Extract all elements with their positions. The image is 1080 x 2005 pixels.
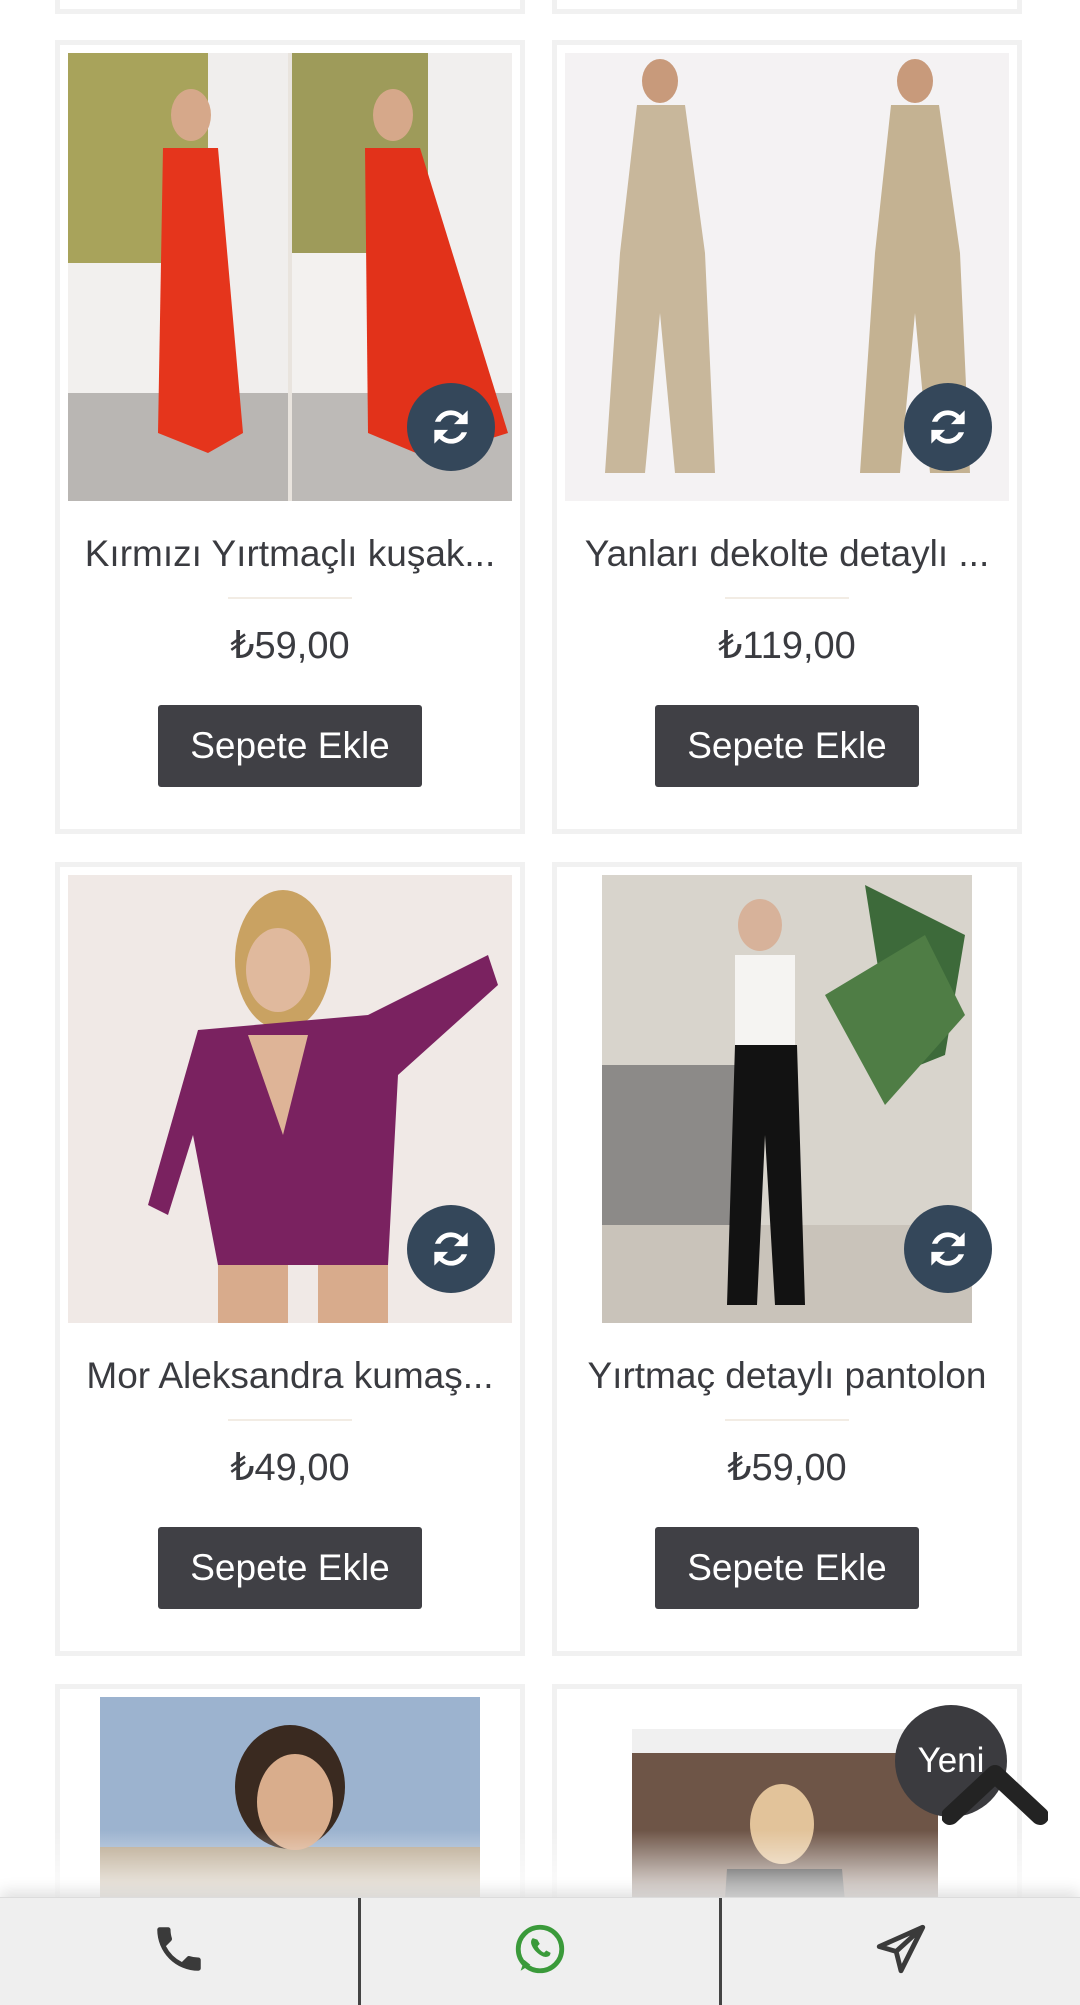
add-to-cart-button[interactable]: Sepete Ekle <box>655 1527 919 1609</box>
scroll-to-top-icon[interactable] <box>941 1762 1049 1832</box>
product-price: ₺119,00 <box>718 625 856 667</box>
product-title[interactable]: Yanları dekolte detaylı ... <box>557 533 1017 575</box>
product-price: ₺59,00 <box>230 625 350 667</box>
product-card[interactable]: Yırtmaç detaylı pantolon ₺59,00 Sepete E… <box>552 862 1022 1656</box>
scroll-fade <box>0 1830 1080 1900</box>
product-card-partial <box>552 0 1022 14</box>
whatsapp-icon <box>511 1920 569 1983</box>
refresh-icon[interactable] <box>407 1205 495 1293</box>
whatsapp-button[interactable] <box>361 1898 722 2005</box>
refresh-icon[interactable] <box>904 383 992 471</box>
send-icon <box>872 1920 930 1983</box>
product-title[interactable]: Mor Aleksandra kumaş... <box>60 1355 520 1397</box>
divider <box>725 597 849 599</box>
divider <box>228 1419 352 1421</box>
product-card[interactable]: Kırmızı Yırtmaçlı kuşak... ₺59,00 Sepete… <box>55 40 525 834</box>
phone-icon <box>150 1920 208 1983</box>
bottom-action-bar <box>0 1897 1080 2005</box>
refresh-icon[interactable] <box>904 1205 992 1293</box>
divider <box>228 597 352 599</box>
product-title[interactable]: Kırmızı Yırtmaçlı kuşak... <box>60 533 520 575</box>
product-card[interactable]: Yanları dekolte detaylı ... ₺119,00 Sepe… <box>552 40 1022 834</box>
refresh-icon[interactable] <box>407 383 495 471</box>
add-to-cart-button[interactable]: Sepete Ekle <box>158 1527 422 1609</box>
add-to-cart-button[interactable]: Sepete Ekle <box>655 705 919 787</box>
product-list-page: Kırmızı Yırtmaçlı kuşak... ₺59,00 Sepete… <box>0 0 1080 2005</box>
add-to-cart-button[interactable]: Sepete Ekle <box>158 705 422 787</box>
product-price: ₺49,00 <box>230 1447 350 1489</box>
send-button[interactable] <box>722 1898 1080 2005</box>
product-title[interactable]: Yırtmaç detaylı pantolon <box>557 1355 1017 1397</box>
divider <box>725 1419 849 1421</box>
call-button[interactable] <box>0 1898 361 2005</box>
product-price: ₺59,00 <box>727 1447 847 1489</box>
product-card-partial <box>55 0 525 14</box>
product-card[interactable]: Mor Aleksandra kumaş... ₺49,00 Sepete Ek… <box>55 862 525 1656</box>
